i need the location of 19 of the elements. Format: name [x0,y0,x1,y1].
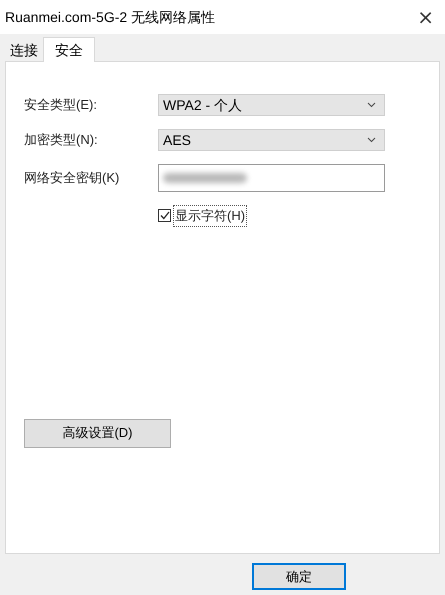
tab[interactable]: 连接 [5,39,43,61]
checkbox-label[interactable]: 显示字符(H) [173,205,248,226]
field-label: 安全类型(E): [24,96,98,114]
advanced-settings-button[interactable]: 高级设置(D) [24,418,171,448]
chevron-down-icon [367,137,376,143]
close-button[interactable]: × [417,7,440,27]
dropdown[interactable]: WPA2 - 个人 [158,94,385,116]
dropdown-value: AES [163,130,192,150]
tab[interactable]: 安全 [43,37,95,62]
field-label: 网络安全密钥(K) [24,169,120,188]
field-label: 加密类型(N): [24,131,99,150]
dropdown-value: WPA2 - 个人 [163,96,242,114]
checkbox[interactable] [158,209,171,222]
ok-button[interactable]: 确定 [252,563,346,590]
chevron-down-icon [367,102,376,108]
window-title: Ruanmei.com-5G-2 无线网络属性 [5,8,216,26]
dropdown[interactable]: AES [158,129,385,151]
checkmark-icon [160,211,170,220]
input-field[interactable] [158,164,385,192]
